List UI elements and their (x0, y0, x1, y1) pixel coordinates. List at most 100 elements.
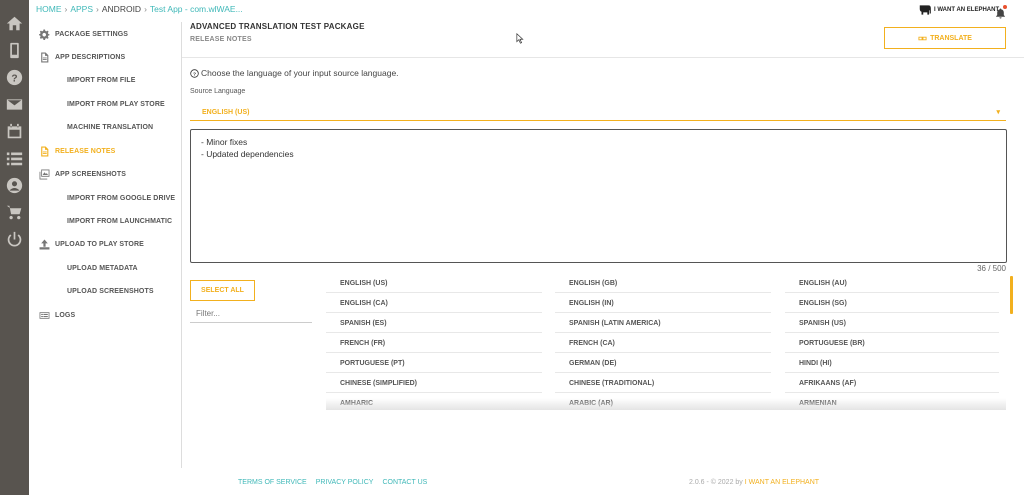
source-language-select[interactable]: ENGLISH (US) ▾ (190, 104, 1006, 121)
language-option-afrikaans-af[interactable]: AFRIKAANS (AF) (785, 374, 999, 393)
bell-icon (996, 8, 1005, 19)
breadcrumb-platform: ANDROID (101, 4, 142, 14)
chevron-right-icon: › (96, 4, 99, 14)
mail-icon[interactable] (6, 96, 23, 113)
language-option-english-us[interactable]: ENGLISH (US) (326, 274, 542, 293)
logs-icon (38, 309, 50, 321)
language-filter-input[interactable]: Filter... (190, 305, 312, 323)
user-icon[interactable] (6, 177, 23, 194)
sidebar-item-import-from-google-drive[interactable]: IMPORT FROM GOOGLE DRIVE (67, 190, 175, 206)
icon-rail: ? (0, 0, 29, 495)
footer-copyright: 2.0.6 - © 2022 by I WANT AN ELEPHANT (689, 479, 819, 486)
translate-icon (918, 36, 927, 40)
language-option-hindi-hi[interactable]: HINDI (HI) (785, 354, 999, 373)
list-icon[interactable] (6, 150, 23, 167)
language-option-french-fr[interactable]: FRENCH (FR) (326, 334, 542, 353)
sidebar-item-label: IMPORT FROM PLAY STORE (67, 100, 165, 108)
language-option-french-ca[interactable]: FRENCH (CA) (555, 334, 771, 353)
language-option-portuguese-br[interactable]: PORTUGUESE (BR) (785, 334, 999, 353)
source-language-label: Source Language (190, 88, 246, 95)
language-option-english-au[interactable]: ENGLISH (AU) (785, 274, 999, 293)
language-option-portuguese-pt[interactable]: PORTUGUESE (PT) (326, 354, 542, 373)
language-option-chinese-simplified[interactable]: CHINESE (SIMPLIFIED) (326, 374, 542, 393)
sidebar-item-label: IMPORT FROM LAUNCHMATIC (67, 217, 173, 225)
chevron-right-icon: › (64, 4, 68, 14)
breadcrumb: HOME › APPS › ANDROID › Test App - com.wlWAE..… (36, 4, 243, 14)
document-icon (38, 51, 50, 63)
sidebar-item-label: IMPORT FROM GOOGLE DRIVE (67, 194, 176, 202)
sidebar-item-upload-screenshots[interactable]: UPLOAD SCREENSHOTS (67, 283, 154, 299)
footer-link-privacy[interactable]: PRIVACY POLICY (316, 479, 374, 486)
source-language-hint: ? Choose the language of your input sour… (190, 68, 399, 78)
list-fade-overlay (326, 398, 1006, 410)
calendar-icon[interactable] (6, 123, 23, 140)
document-icon (38, 145, 50, 157)
page-title: ADVANCED TRANSLATION TEST PACKAGE (190, 22, 365, 31)
character-counter: 36 / 500 (977, 264, 1006, 273)
sidebar-item-upload-metadata[interactable]: UPLOAD METADATA (67, 260, 138, 276)
page-scrollbar[interactable] (1010, 276, 1013, 314)
release-notes-textarea[interactable]: - Minor fixes - Updated dependencies (190, 129, 1007, 263)
sidebar-item-label: MACHINE TRANSLATION (67, 123, 154, 131)
gear-icon (38, 28, 50, 40)
notifications-button[interactable] (995, 5, 1007, 19)
language-option-spanish-us[interactable]: SPANISH (US) (785, 314, 999, 333)
notification-badge (1003, 5, 1007, 9)
cart-icon[interactable] (6, 204, 23, 221)
sidebar-item-machine-translation[interactable]: MACHINE TRANSLATION (67, 119, 153, 135)
breadcrumb-app[interactable]: Test App - com.wlWAE... (150, 4, 243, 14)
upload-icon (38, 238, 50, 250)
footer-link-terms[interactable]: TERMS OF SERVICE (238, 479, 307, 486)
sidebar-item-package-settings[interactable]: PACKAGE SETTINGS (38, 26, 128, 42)
sidebar-item-label: APP DESCRIPTIONS (55, 53, 126, 61)
translate-button-label: TRANSLATE (930, 34, 972, 42)
sidebar-item-app-screenshots[interactable]: APP SCREENSHOTS (38, 166, 126, 182)
footer-brand-link[interactable]: I WANT AN ELEPHANT (745, 479, 819, 486)
images-icon (38, 168, 50, 180)
mouse-cursor-icon (516, 33, 524, 44)
language-option-spanish-es[interactable]: SPANISH (ES) (326, 314, 542, 333)
language-option-english-gb[interactable]: ENGLISH (GB) (555, 274, 771, 293)
svg-text:?: ? (11, 73, 17, 84)
sidebar-item-label: UPLOAD SCREENSHOTS (67, 287, 154, 295)
breadcrumb-home[interactable]: HOME (36, 4, 62, 14)
language-option-spanish-latam[interactable]: SPANISH (LATIN AMERICA) (555, 314, 771, 333)
sidebar-item-import-from-file[interactable]: IMPORT FROM FILE (67, 72, 135, 88)
sidebar-item-label: PACKAGE SETTINGS (55, 30, 129, 38)
footer-link-contact[interactable]: CONTACT US (382, 479, 427, 486)
sidebar-item-import-from-play-store[interactable]: IMPORT FROM PLAY STORE (67, 96, 165, 112)
breadcrumb-apps[interactable]: APPS (70, 4, 93, 14)
home-icon[interactable] (6, 15, 23, 32)
sidebar-item-upload-to-play-store[interactable]: UPLOAD TO PLAY STORE (38, 236, 144, 252)
language-option-chinese-traditional[interactable]: CHINESE (TRADITIONAL) (555, 374, 771, 393)
sidebar-divider (181, 22, 182, 468)
sidebar-item-label: RELEASE NOTES (55, 147, 116, 155)
brand-logo[interactable]: I WANT AN ELEPHANT (918, 4, 999, 16)
sidebar-item-label: IMPORT FROM FILE (67, 76, 136, 84)
sidebar-item-import-from-launchmatic[interactable]: IMPORT FROM LAUNCHMATIC (67, 213, 172, 229)
sidebar-item-label: APP SCREENSHOTS (55, 170, 126, 178)
language-option-german-de[interactable]: GERMAN (DE) (555, 354, 771, 373)
translate-button[interactable]: TRANSLATE (884, 27, 1006, 49)
svg-text:?: ? (193, 71, 196, 77)
language-option-english-ca[interactable]: ENGLISH (CA) (326, 294, 542, 313)
mobile-icon[interactable] (6, 42, 23, 59)
chevron-down-icon: ▾ (996, 109, 1000, 116)
sidebar-item-logs[interactable]: LOGS (38, 307, 75, 323)
help-icon: ? (190, 68, 199, 78)
language-option-english-sg[interactable]: ENGLISH (SG) (785, 294, 999, 313)
sidebar-item-label: UPLOAD METADATA (67, 264, 138, 272)
sidebar-item-release-notes[interactable]: RELEASE NOTES (38, 143, 115, 159)
select-all-button[interactable]: SELECT ALL (190, 280, 255, 301)
chevron-right-icon: › (144, 4, 147, 14)
copyright-text: 2.0.6 - © 2022 by (689, 479, 743, 486)
power-icon[interactable] (6, 231, 23, 248)
sidebar-item-app-descriptions[interactable]: APP DESCRIPTIONS (38, 49, 125, 65)
sidebar-item-label: UPLOAD TO PLAY STORE (55, 240, 144, 248)
help-icon[interactable]: ? (6, 69, 23, 86)
elephant-icon (919, 5, 931, 15)
language-option-english-in[interactable]: ENGLISH (IN) (555, 294, 771, 313)
footer-links: TERMS OF SERVICE PRIVACY POLICY CONTACT US (238, 479, 436, 486)
header-divider (182, 57, 1024, 58)
target-language-list: ENGLISH (US) ENGLISH (GB) ENGLISH (AU) E… (326, 274, 1006, 407)
